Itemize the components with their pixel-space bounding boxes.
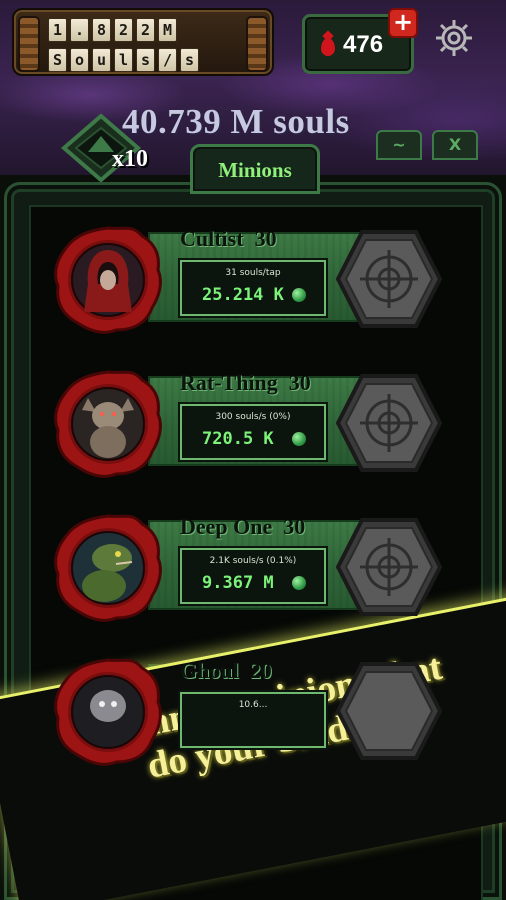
minion-stat-box: 2.1K souls/s (0.1%) 9.367 M xyxy=(180,548,326,604)
tab-upgrades[interactable]: ~ xyxy=(376,130,422,160)
list-item-deep-one: Deep One 30 2.1K souls/s (0.1%) 9.367 M xyxy=(52,506,454,634)
counter-digit: 1 xyxy=(48,18,67,42)
counter-digit: . xyxy=(70,18,89,42)
souls-per-second-counter: 1 . 8 2 2 M S o u l s / s xyxy=(12,8,274,76)
total-souls: 40.739 M souls xyxy=(122,102,350,141)
counter-cap-right xyxy=(246,16,268,72)
minion-name: Ghoul 20 xyxy=(180,658,272,683)
counter-letter: u xyxy=(92,48,111,72)
ghoul-portrait-seal[interactable] xyxy=(52,656,164,768)
minion-rate: 31 souls/tap xyxy=(225,268,281,278)
rat-thing-portrait-seal[interactable] xyxy=(52,368,164,480)
soul-gem-icon xyxy=(292,432,306,446)
settings-gear-icon[interactable] xyxy=(432,16,476,60)
counter-digit: 2 xyxy=(136,18,155,42)
blood-count: 476 xyxy=(343,31,384,58)
counter-value-row: 1 . 8 2 2 M xyxy=(48,18,177,42)
summon-rat-thing-button[interactable] xyxy=(334,372,444,474)
summon-cultist-button[interactable] xyxy=(334,228,444,330)
minion-rate: 300 souls/s (0%) xyxy=(215,412,291,422)
minion-cost: 25.214 K xyxy=(202,285,284,305)
cultist-portrait-seal[interactable] xyxy=(52,224,164,336)
minion-cost: 9.367 M xyxy=(202,573,274,593)
counter-letter: / xyxy=(158,48,177,72)
tab-close[interactable]: X xyxy=(432,130,478,160)
counter-digit: M xyxy=(158,18,177,42)
minion-rate: 2.1K souls/s (0.1%) xyxy=(209,556,297,566)
counter-unit-row: S o u l s / s xyxy=(48,48,199,72)
list-item-cultist: Cultist 30 31 souls/tap 25.214 K xyxy=(52,218,454,346)
counter-digit: 2 xyxy=(114,18,133,42)
soul-gem-icon xyxy=(292,576,306,590)
minion-stat-box: 300 souls/s (0%) 720.5 K xyxy=(180,404,326,460)
tab-minions-label: Minions xyxy=(218,158,292,182)
minion-name: Rat-Thing 30 xyxy=(180,370,311,395)
minion-name: Cultist 30 xyxy=(180,226,277,251)
tab-minions[interactable]: Minions xyxy=(190,144,320,194)
list-item-rat-thing: Rat-Thing 30 300 souls/s (0%) 720.5 K xyxy=(52,362,454,490)
counter-letter: S xyxy=(48,48,67,72)
minion-name: Deep One 30 xyxy=(180,514,306,539)
soul-gem-icon xyxy=(292,288,306,302)
summon-deep-one-button[interactable] xyxy=(334,516,444,618)
blood-drop-icon xyxy=(321,38,335,56)
minion-stat-box: 31 souls/tap 25.214 K xyxy=(180,260,326,316)
buy-multiplier-label: x10 xyxy=(112,146,148,172)
minion-cost: 720.5 K xyxy=(202,429,274,449)
summon-ghoul-button[interactable] xyxy=(334,660,444,762)
counter-letter: l xyxy=(114,48,133,72)
deep-one-portrait-seal[interactable] xyxy=(52,512,164,624)
counter-letter: s xyxy=(180,48,199,72)
minion-rate: 10.6... xyxy=(238,700,268,710)
counter-digit: 8 xyxy=(92,18,111,42)
counter-letter: o xyxy=(70,48,89,72)
add-blood-button[interactable]: + xyxy=(388,8,418,38)
minion-stat-box: 10.6... xyxy=(180,692,326,748)
counter-cap-left xyxy=(18,16,40,72)
counter-letter: s xyxy=(136,48,155,72)
